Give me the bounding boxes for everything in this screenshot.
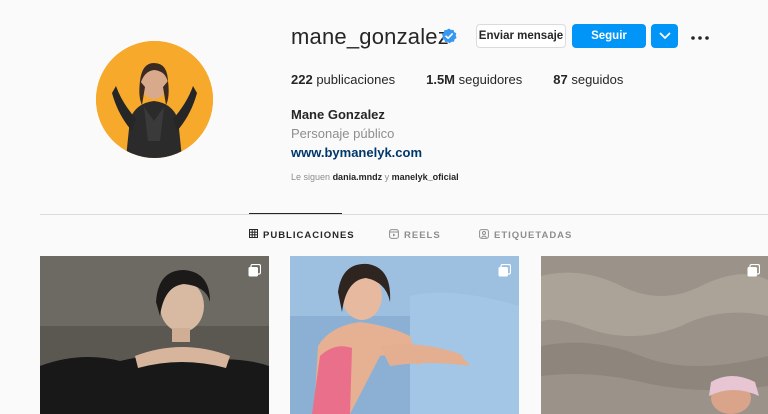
chevron-down-icon <box>659 27 671 45</box>
send-message-button[interactable]: Enviar mensaje <box>476 24 566 48</box>
tab-posts-label: PUBLICACIONES <box>263 229 355 241</box>
reels-icon <box>389 229 399 242</box>
more-options-button[interactable] <box>688 27 712 45</box>
more-horizontal-icon <box>691 27 709 45</box>
verified-badge-icon <box>441 28 457 44</box>
post-thumbnail-1[interactable] <box>40 256 269 414</box>
post-thumbnail-3[interactable] <box>541 256 768 414</box>
tab-reels[interactable]: REELS <box>389 229 441 242</box>
profile-avatar[interactable] <box>96 41 213 158</box>
multiple-photos-icon <box>248 264 261 277</box>
tab-tagged-label: ETIQUETADAS <box>494 230 573 241</box>
multiple-photos-icon <box>498 264 511 277</box>
profile-full-name: Mane Gonzalez <box>291 107 385 122</box>
following-count[interactable]: 87 seguidos <box>553 72 623 87</box>
tab-reels-label: REELS <box>404 230 441 241</box>
tagged-icon <box>479 229 489 242</box>
profile-stats: 222 publicaciones 1.5M seguidores 87 seg… <box>291 72 654 87</box>
grid-icon <box>249 229 258 241</box>
posts-count: 222 publicaciones <box>291 72 396 87</box>
post-thumbnail-2[interactable] <box>290 256 519 414</box>
followed-by[interactable]: Le siguen dania.mndz y manelyk_oficial <box>291 172 459 182</box>
profile-website-link[interactable]: www.bymanelyk.com <box>291 145 422 160</box>
profile-username: mane_gonzalez <box>291 24 449 49</box>
multiple-photos-icon <box>747 264 760 277</box>
tab-tagged[interactable]: ETIQUETADAS <box>479 229 572 242</box>
tabs-divider <box>40 214 768 215</box>
follow-button[interactable]: Seguir <box>572 24 646 48</box>
followers-count[interactable]: 1.5M seguidores <box>426 72 522 87</box>
suggestions-button[interactable] <box>651 24 678 48</box>
profile-category: Personaje público <box>291 126 395 141</box>
tab-posts[interactable]: PUBLICACIONES <box>249 229 355 241</box>
active-tab-indicator <box>249 213 342 214</box>
